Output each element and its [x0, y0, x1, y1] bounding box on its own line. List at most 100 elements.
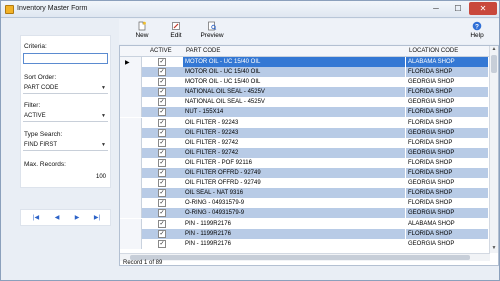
- title-bar[interactable]: Inventory Master Form ─ ☐ ✕: [1, 1, 499, 18]
- location-code-cell[interactable]: ALABAMA SHOP: [406, 219, 488, 229]
- row-selector[interactable]: [120, 208, 142, 219]
- active-checkbox[interactable]: ✓: [158, 169, 166, 178]
- table-row[interactable]: ✓ NATIONAL OIL SEAL - 4525V FLORIDA SHOP: [120, 87, 490, 98]
- part-code-cell[interactable]: OIL FILTER OFFRD - 92749: [183, 168, 405, 179]
- table-row[interactable]: ✓ OIL FILTER OFFRD - 92749 FLORIDA SHOP: [120, 168, 490, 179]
- row-selector[interactable]: [120, 127, 142, 138]
- part-code-cell[interactable]: MOTOR OIL - UC 15/40 OIL: [183, 57, 405, 67]
- active-checkbox[interactable]: ✓: [158, 179, 166, 188]
- inventory-grid[interactable]: ACTIVE PART CODE LOCATION CODE ▶ ✓ MOTOR O…: [119, 45, 499, 266]
- active-checkbox[interactable]: ✓: [158, 108, 166, 117]
- new-button[interactable]: New: [130, 21, 154, 39]
- location-code-cell[interactable]: FLORIDA SHOP: [406, 138, 488, 148]
- row-selector[interactable]: [120, 137, 142, 148]
- part-code-cell[interactable]: PIN - 1199R2176: [183, 228, 405, 239]
- column-header-active[interactable]: ACTIVE: [150, 48, 172, 54]
- table-row[interactable]: ✓ MOTOR OIL - UC 15/40 OIL GEORGIA SHOP: [120, 77, 490, 88]
- active-checkbox[interactable]: ✓: [158, 209, 166, 218]
- location-code-cell[interactable]: FLORIDA SHOP: [406, 168, 488, 179]
- close-button[interactable]: ✕: [469, 2, 497, 15]
- location-code-cell[interactable]: FLORIDA SHOP: [406, 188, 488, 199]
- next-record-button[interactable]: ▶: [71, 214, 83, 223]
- active-checkbox[interactable]: ✓: [158, 229, 166, 238]
- table-row[interactable]: ✓ OIL FILTER - 92742 GEORGIA SHOP: [120, 147, 490, 158]
- part-code-cell[interactable]: OIL FILTER OFFRD - 92749: [183, 178, 405, 188]
- location-code-cell[interactable]: GEORGIA SHOP: [406, 97, 488, 107]
- location-code-cell[interactable]: GEORGIA SHOP: [406, 147, 488, 158]
- last-record-button[interactable]: ▶|: [91, 214, 103, 223]
- scroll-up-icon[interactable]: ▲: [490, 46, 498, 54]
- row-selector[interactable]: [120, 87, 142, 98]
- active-checkbox[interactable]: ✓: [158, 78, 166, 87]
- vertical-scrollbar[interactable]: ▲ ▼: [489, 46, 498, 253]
- active-checkbox[interactable]: ✓: [158, 118, 166, 127]
- part-code-cell[interactable]: O-RING - 04931579-9: [183, 198, 405, 208]
- first-record-button[interactable]: |◀: [30, 214, 42, 223]
- column-header-location-code[interactable]: LOCATION CODE: [409, 48, 458, 54]
- table-row[interactable]: ▶ ✓ MOTOR OIL - UC 15/40 OIL ALABAMA SHOP: [120, 57, 490, 67]
- location-code-cell[interactable]: GEORGIA SHOP: [406, 127, 488, 138]
- location-code-cell[interactable]: FLORIDA SHOP: [406, 158, 488, 168]
- row-selector[interactable]: [120, 147, 142, 158]
- location-code-cell[interactable]: GEORGIA SHOP: [406, 208, 488, 219]
- row-selector[interactable]: [120, 157, 142, 168]
- location-code-cell[interactable]: GEORGIA SHOP: [406, 178, 488, 188]
- max-records-input[interactable]: 100: [96, 174, 106, 180]
- active-checkbox[interactable]: ✓: [158, 158, 166, 167]
- table-row[interactable]: ✓ PIN - 1199R2176 GEORGIA SHOP: [120, 238, 490, 249]
- location-code-cell[interactable]: FLORIDA SHOP: [406, 107, 488, 118]
- part-code-cell[interactable]: OIL FILTER - 92742: [183, 147, 405, 158]
- part-code-cell[interactable]: O-RING - 04931579-9: [183, 208, 405, 219]
- minimize-button[interactable]: ─: [425, 2, 447, 15]
- row-selector[interactable]: [120, 198, 142, 209]
- table-row[interactable]: ✓ OIL SEAL - NAT 9316 FLORIDA SHOP: [120, 188, 490, 199]
- row-selector[interactable]: [120, 77, 142, 88]
- table-row[interactable]: ✓ O-RING - 04931579-9 GEORGIA SHOP: [120, 208, 490, 219]
- active-checkbox[interactable]: ✓: [158, 68, 166, 77]
- previous-record-button[interactable]: ◀: [51, 214, 63, 223]
- part-code-cell[interactable]: OIL FILTER - 92742: [183, 138, 405, 148]
- active-checkbox[interactable]: ✓: [158, 239, 166, 248]
- part-code-cell[interactable]: NATIONAL OIL SEAL - 4525V: [183, 97, 405, 107]
- part-code-cell[interactable]: MOTOR OIL - UC 15/40 OIL: [183, 67, 405, 78]
- part-code-cell[interactable]: PIN - 1199R2176: [183, 239, 405, 249]
- part-code-cell[interactable]: OIL SEAL - NAT 9316: [183, 188, 405, 199]
- scroll-down-icon[interactable]: ▼: [490, 245, 498, 253]
- type-search-select[interactable]: FIND FIRST ▼: [23, 140, 108, 151]
- row-selector[interactable]: [120, 238, 142, 249]
- row-selector[interactable]: [120, 67, 142, 78]
- active-checkbox[interactable]: ✓: [158, 189, 166, 198]
- active-checkbox[interactable]: ✓: [158, 199, 166, 208]
- location-code-cell[interactable]: FLORIDA SHOP: [406, 198, 488, 208]
- location-code-cell[interactable]: FLORIDA SHOP: [406, 118, 488, 128]
- location-code-cell[interactable]: FLORIDA SHOP: [406, 87, 488, 98]
- table-row[interactable]: ✓ O-RING - 04931579-9 FLORIDA SHOP: [120, 198, 490, 209]
- row-selector[interactable]: [120, 218, 142, 229]
- part-code-cell[interactable]: OIL FILTER - POF 92116: [183, 158, 405, 168]
- active-checkbox[interactable]: ✓: [158, 148, 166, 157]
- help-button[interactable]: ? Help: [465, 21, 489, 39]
- edit-button[interactable]: Edit: [165, 21, 187, 39]
- column-header-part-code[interactable]: PART CODE: [186, 48, 220, 54]
- horizontal-scroll-thumb[interactable]: [130, 255, 470, 260]
- table-row[interactable]: ✓ PIN - 1199R2176 FLORIDA SHOP: [120, 228, 490, 239]
- row-selector[interactable]: [120, 107, 142, 118]
- row-selector[interactable]: [120, 188, 142, 199]
- row-selector[interactable]: [120, 117, 142, 128]
- table-row[interactable]: ✓ OIL FILTER - 92742 FLORIDA SHOP: [120, 137, 490, 148]
- row-selector[interactable]: [120, 228, 142, 239]
- part-code-cell[interactable]: PIN - 1199R2176: [183, 219, 405, 229]
- row-selector[interactable]: [120, 178, 142, 189]
- table-row[interactable]: ✓ OIL FILTER - POF 92116 FLORIDA SHOP: [120, 157, 490, 168]
- sort-order-select[interactable]: PART CODE ▼: [23, 83, 108, 94]
- row-selector[interactable]: ▶: [120, 57, 142, 67]
- location-code-cell[interactable]: FLORIDA SHOP: [406, 228, 488, 239]
- table-row[interactable]: ✓ NATIONAL OIL SEAL - 4525V GEORGIA SHOP: [120, 97, 490, 108]
- active-checkbox[interactable]: ✓: [158, 128, 166, 137]
- table-row[interactable]: ✓ PIN - 1199R2176 ALABAMA SHOP: [120, 218, 490, 229]
- vertical-scroll-thumb[interactable]: [491, 55, 497, 73]
- part-code-cell[interactable]: NUT - 155X14: [183, 107, 405, 118]
- part-code-cell[interactable]: MOTOR OIL - UC 15/40 OIL: [183, 77, 405, 87]
- row-selector[interactable]: [120, 168, 142, 179]
- row-selector[interactable]: [120, 97, 142, 108]
